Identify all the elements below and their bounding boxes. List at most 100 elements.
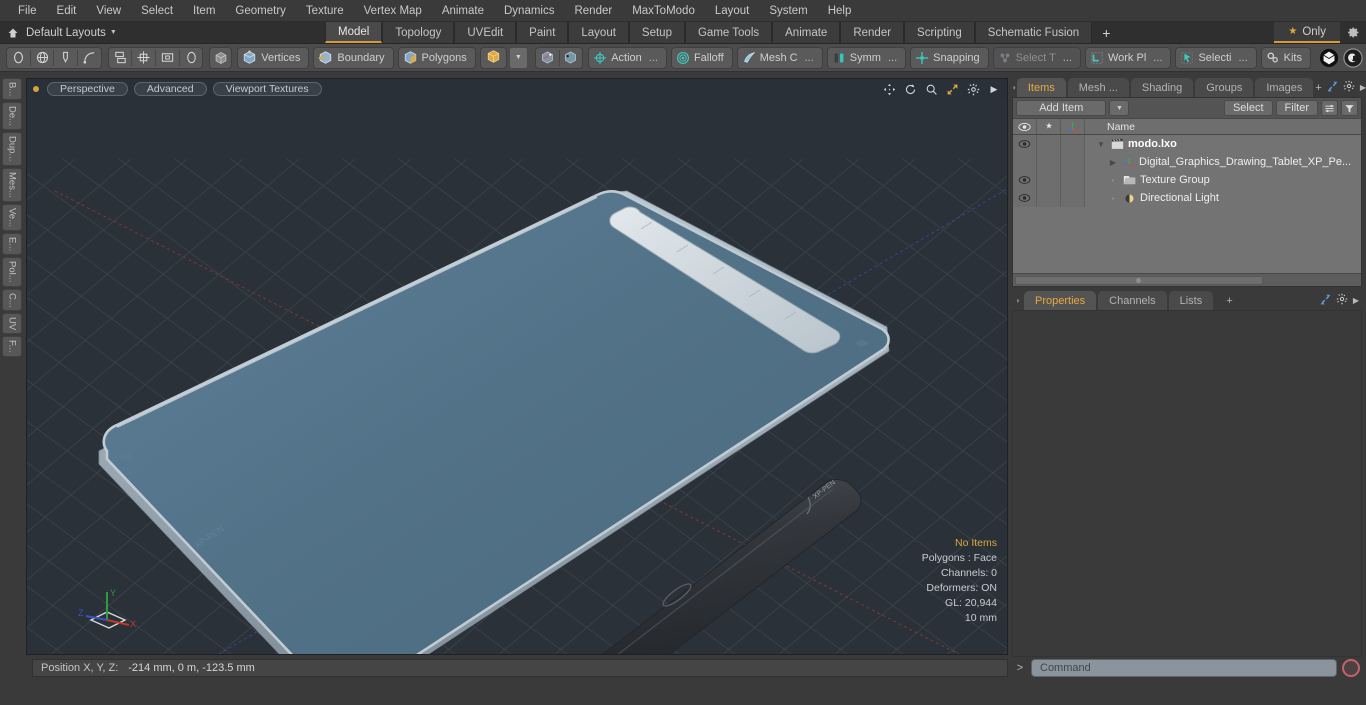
items-tab-groups[interactable]: Groups bbox=[1195, 78, 1254, 97]
chevron-right-icon[interactable]: ▶ bbox=[1360, 83, 1366, 92]
add-item-dropdown[interactable]: ▼ bbox=[1109, 100, 1130, 116]
layout-tab-model[interactable]: Model bbox=[325, 22, 383, 43]
left-tool-tab-7[interactable]: C... bbox=[2, 288, 22, 312]
selection-mode-polygons[interactable]: Polygons bbox=[397, 46, 476, 69]
left-tool-tab-4[interactable]: Ve... bbox=[2, 203, 22, 231]
pen-icon[interactable] bbox=[54, 48, 77, 68]
gear-icon[interactable] bbox=[966, 82, 980, 96]
gear-icon[interactable] bbox=[1336, 293, 1348, 308]
properties-panel-menu-dot[interactable]: ◗ bbox=[1012, 291, 1024, 310]
chevron-down-icon[interactable]: ▼ bbox=[508, 46, 528, 69]
menu-item-system[interactable]: System bbox=[759, 3, 817, 19]
add-properties-tab-button[interactable]: + bbox=[1215, 291, 1243, 310]
command-input[interactable]: Command bbox=[1031, 659, 1337, 677]
default-layouts-dropdown[interactable]: Default Layouts ▼ bbox=[26, 27, 117, 39]
items-tree-row[interactable]: ▪ Directional Light bbox=[1013, 189, 1361, 207]
ellipse-icon[interactable] bbox=[7, 48, 30, 68]
visibility-eye-icon[interactable] bbox=[1013, 189, 1037, 207]
items-tab-images[interactable]: Images bbox=[1255, 78, 1314, 97]
gear-icon[interactable] bbox=[1343, 80, 1355, 95]
home-icon[interactable] bbox=[6, 26, 20, 40]
lock-cell[interactable] bbox=[1037, 135, 1061, 153]
left-tool-tab-2[interactable]: Dup... bbox=[2, 132, 22, 166]
select-button[interactable]: Select bbox=[1223, 100, 1273, 116]
toolbar-button-kits[interactable]: Kits bbox=[1260, 46, 1311, 69]
filter-presets-icon[interactable] bbox=[1321, 100, 1338, 116]
add-item-button[interactable]: Add Item bbox=[1016, 100, 1107, 116]
left-tool-tab-1[interactable]: De... bbox=[2, 102, 22, 131]
globe-icon[interactable] bbox=[31, 48, 54, 68]
properties-tab-lists[interactable]: Lists bbox=[1168, 291, 1214, 310]
left-tool-tab-8[interactable]: UV bbox=[2, 313, 22, 335]
layout-tab-schematic-fusion[interactable]: Schematic Fusion bbox=[974, 22, 1093, 43]
funnel-icon[interactable] bbox=[1341, 100, 1358, 116]
toolbar-button-selecti[interactable]: Selecti... bbox=[1175, 46, 1257, 69]
toolbar-button-select-t[interactable]: Select T... bbox=[992, 46, 1081, 69]
visibility-eye-icon[interactable] bbox=[1013, 135, 1037, 153]
items-horizontal-scrollbar[interactable] bbox=[1013, 273, 1361, 286]
viewport-pill-perspective[interactable]: Perspective bbox=[47, 82, 128, 96]
menu-item-texture[interactable]: Texture bbox=[296, 3, 354, 19]
add-layout-tab-button[interactable]: + bbox=[1092, 22, 1120, 43]
left-tool-tab-5[interactable]: E... bbox=[2, 232, 22, 255]
menu-item-dynamics[interactable]: Dynamics bbox=[494, 3, 564, 19]
transform-cell[interactable] bbox=[1061, 135, 1085, 153]
items-tree[interactable]: ▼ modo.lxo ▶ Digital_Graphics_Drawing_Table… bbox=[1013, 135, 1361, 273]
items-tab-mesh[interactable]: Mesh ... bbox=[1067, 78, 1129, 97]
plus-icon[interactable]: + bbox=[1315, 82, 1321, 94]
mirror-icon[interactable] bbox=[109, 48, 132, 68]
selection-mode-dropdown[interactable] bbox=[479, 46, 507, 69]
cube-solid-icon[interactable] bbox=[209, 46, 233, 69]
menu-item-item[interactable]: Item bbox=[183, 3, 225, 19]
axis-cube-b-icon[interactable] bbox=[559, 48, 582, 68]
items-tab-shading[interactable]: Shading bbox=[1130, 78, 1194, 97]
layout-tab-topology[interactable]: Topology bbox=[382, 22, 455, 43]
lock-cell[interactable] bbox=[1037, 189, 1061, 207]
menu-item-maxtomodo[interactable]: MaxToModo bbox=[622, 3, 705, 19]
twirl-right-icon[interactable]: ▶ bbox=[1107, 158, 1119, 167]
layout-tab-render[interactable]: Render bbox=[840, 22, 905, 43]
menu-item-file[interactable]: File bbox=[8, 3, 47, 19]
left-tool-tab-9[interactable]: F... bbox=[2, 336, 22, 358]
layout-tab-game-tools[interactable]: Game Tools bbox=[684, 22, 773, 43]
transform-cell[interactable] bbox=[1061, 153, 1085, 171]
scroll-thumb[interactable] bbox=[1015, 275, 1263, 285]
gear-icon[interactable] bbox=[1340, 22, 1366, 43]
items-tab-items[interactable]: Items bbox=[1016, 78, 1066, 97]
toolbar-button-work-pl[interactable]: Work Pl... bbox=[1084, 46, 1172, 69]
menu-item-vertex-map[interactable]: Vertex Map bbox=[354, 3, 432, 19]
menu-item-view[interactable]: View bbox=[86, 3, 131, 19]
3d-viewport[interactable]: XP-PEN XP-PEN Perspective Advanced Viewp… bbox=[26, 78, 1008, 655]
filter-button[interactable]: Filter bbox=[1275, 100, 1318, 116]
menu-item-select[interactable]: Select bbox=[131, 3, 183, 19]
selection-mode-boundary[interactable]: Boundary bbox=[313, 46, 394, 69]
chevron-right-icon[interactable]: ▶ bbox=[1353, 296, 1359, 305]
items-tree-row[interactable]: ▪ Texture Group bbox=[1013, 171, 1361, 189]
visibility-eye-icon[interactable] bbox=[1013, 171, 1037, 189]
twirl-down-icon[interactable]: ▼ bbox=[1095, 140, 1107, 149]
fit-icon[interactable] bbox=[945, 82, 959, 96]
layout-tab-setup[interactable]: Setup bbox=[628, 22, 685, 43]
toolbar-button-symm[interactable]: Symm... bbox=[826, 46, 907, 69]
expand-icon[interactable] bbox=[1327, 81, 1338, 95]
toolbar-button-action[interactable]: Action... bbox=[588, 46, 667, 69]
left-tool-tab-0[interactable]: B... bbox=[2, 78, 22, 101]
curve-icon[interactable] bbox=[78, 48, 101, 68]
menu-item-edit[interactable]: Edit bbox=[47, 3, 87, 19]
transform-cell[interactable] bbox=[1061, 171, 1085, 189]
modo-logo-icon[interactable] bbox=[1319, 48, 1339, 68]
lock-cell[interactable] bbox=[1037, 153, 1061, 171]
array-icon[interactable] bbox=[132, 48, 155, 68]
axis-cube-a-icon[interactable] bbox=[536, 48, 559, 68]
layout-tab-uvedit[interactable]: UVEdit bbox=[454, 22, 517, 43]
expand-icon[interactable] bbox=[1320, 294, 1331, 308]
menu-item-geometry[interactable]: Geometry bbox=[225, 3, 296, 19]
chevron-right-icon[interactable]: ▶ bbox=[987, 82, 1001, 96]
items-tree-row[interactable]: ▶ Digital_Graphics_Drawing_Tablet_XP_Pe..… bbox=[1013, 153, 1361, 171]
box-select-icon[interactable] bbox=[156, 48, 179, 68]
toolbar-button-snapping[interactable]: Snapping bbox=[910, 46, 989, 69]
menu-item-animate[interactable]: Animate bbox=[432, 3, 494, 19]
layout-tab-animate[interactable]: Animate bbox=[772, 22, 841, 43]
rotate-icon[interactable] bbox=[903, 82, 917, 96]
lasso-icon[interactable] bbox=[180, 48, 203, 68]
